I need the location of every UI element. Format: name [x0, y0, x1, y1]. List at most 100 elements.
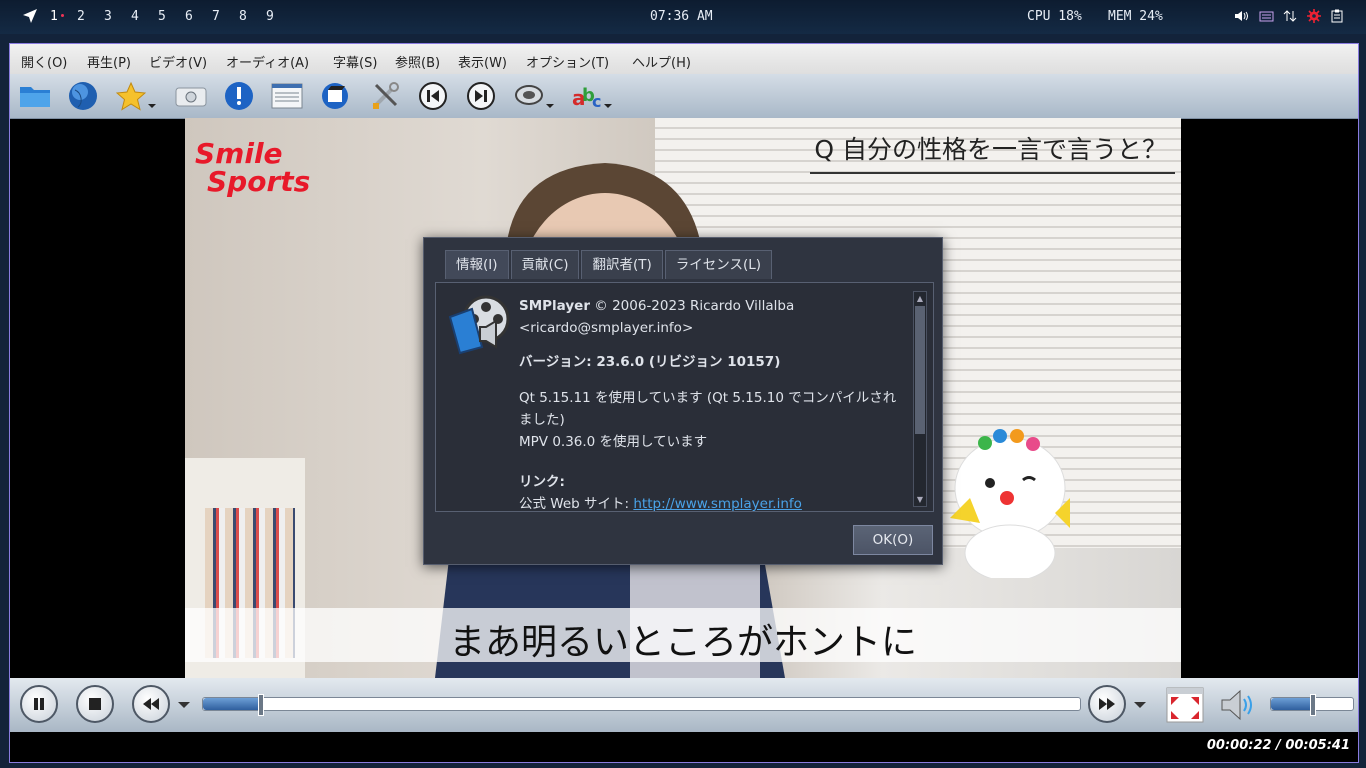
- svg-text:c: c: [592, 92, 601, 111]
- smile-sports-logo: Smile Sports: [195, 140, 310, 196]
- volume-speaker-icon[interactable]: [1220, 688, 1258, 722]
- playback-controls: [10, 678, 1358, 732]
- seek-bar[interactable]: [202, 694, 1081, 716]
- website-link[interactable]: http://www.smplayer.info: [633, 496, 802, 511]
- subtitle-text: まあ明るいところがホントに: [448, 622, 917, 663]
- open-url-button[interactable]: [66, 79, 100, 113]
- about-dialog: 情報(I) 貢献(C) 翻訳者(T) ライセンス(L) SMPlayer © 2…: [423, 237, 943, 565]
- preferences-button[interactable]: [368, 79, 402, 113]
- author-email: <ricardo@smplayer.info>: [519, 320, 694, 336]
- forward-dropdown-chevron-icon[interactable]: [1134, 702, 1146, 708]
- app-name: SMPlayer: [519, 298, 590, 314]
- brand-line-2: Sports: [207, 165, 311, 198]
- menu-play[interactable]: 再生(P): [87, 52, 131, 71]
- chevron-down-icon: [148, 104, 156, 108]
- mpv-version-line: MPV 0.36.0 を使用しています: [519, 434, 708, 450]
- network-updown-icon[interactable]: [1283, 9, 1297, 23]
- volume-slider[interactable]: [1270, 694, 1354, 716]
- forward-icon: [1099, 698, 1115, 710]
- tab-contributions[interactable]: 貢献(C): [510, 250, 580, 279]
- preferences-tools-icon: [372, 82, 399, 109]
- system-topbar: 1 2 3 4 5 6 7 8 9 07:36 AM CPU 18% MEM 2…: [0, 0, 1366, 34]
- playlist-icon: [271, 83, 303, 109]
- about-tabs: 情報(I) 貢献(C) 翻訳者(T) ライセンス(L): [445, 250, 774, 279]
- status-bar: 00:00:22 / 00:05:41: [10, 732, 1358, 762]
- menubar: 開く(O) 再生(P) ビデオ(V) オーディオ(A) 字幕(S) 参照(B) …: [10, 44, 1358, 74]
- rewind-icon: [143, 698, 159, 710]
- speaker-tray-icon[interactable]: [1234, 10, 1248, 22]
- launcher-arrow-icon[interactable]: [22, 8, 38, 24]
- favorites-star-icon: [116, 81, 146, 111]
- workspace-6[interactable]: 6: [185, 9, 212, 24]
- menu-view[interactable]: 表示(W): [458, 52, 507, 71]
- workspace-2[interactable]: 2: [77, 9, 104, 24]
- ok-button[interactable]: OK(O): [853, 525, 933, 555]
- menu-open[interactable]: 開く(O): [21, 52, 67, 71]
- menu-audio[interactable]: オーディオ(A): [226, 52, 309, 71]
- website-label: 公式 Web サイト:: [519, 496, 634, 512]
- main-toolbar: a b c: [10, 74, 1358, 119]
- info-panel: SMPlayer © 2006-2023 Ricardo Villalba <r…: [435, 282, 934, 512]
- keyboard-tray-icon[interactable]: [1259, 9, 1274, 23]
- fullscreen-icon[interactable]: [1166, 687, 1204, 723]
- volume-handle[interactable]: [1310, 694, 1316, 716]
- workspace-4[interactable]: 4: [131, 9, 158, 24]
- stop-button[interactable]: [76, 685, 114, 723]
- clipboard-tray-icon[interactable]: [1331, 9, 1343, 23]
- tab-info[interactable]: 情報(I): [445, 250, 509, 279]
- stop-icon: [89, 698, 101, 710]
- next-button[interactable]: [464, 79, 498, 113]
- seek-bar-handle[interactable]: [258, 694, 264, 716]
- scrollbar-thumb[interactable]: [915, 306, 925, 434]
- subtitle-track-button[interactable]: a b c: [570, 79, 612, 113]
- menu-options[interactable]: オプション(T): [526, 52, 609, 71]
- workspace-9[interactable]: 9: [266, 9, 293, 24]
- tab-translators[interactable]: 翻訳者(T): [581, 250, 663, 279]
- menu-video[interactable]: ビデオ(V): [149, 52, 207, 71]
- mem-usage: MEM 24%: [1108, 9, 1163, 24]
- info-scrollbar[interactable]: ▲ ▼: [913, 291, 927, 507]
- next-icon: [467, 82, 495, 110]
- pause-button[interactable]: [20, 685, 58, 723]
- settings-gear-tray-icon[interactable]: [1307, 9, 1321, 23]
- audio-track-button[interactable]: [512, 79, 554, 113]
- playlist-button[interactable]: [270, 79, 304, 113]
- smplayer-logo-icon: [448, 295, 510, 355]
- scroll-down-arrow-icon[interactable]: ▼: [915, 494, 925, 505]
- open-file-button[interactable]: [18, 79, 52, 113]
- menu-subtitles[interactable]: 字幕(S): [333, 52, 377, 71]
- qt-version-line: Qt 5.15.11 を使用しています (Qt 5.15.10 でコンパイルされ…: [519, 390, 897, 428]
- tab-license[interactable]: ライセンス(L): [664, 250, 773, 279]
- menu-browse[interactable]: 参照(B): [395, 52, 440, 71]
- screenshot-button[interactable]: [174, 79, 208, 113]
- rewind-dropdown-chevron-icon[interactable]: [178, 702, 190, 708]
- folder-icon: [20, 87, 50, 107]
- workspace-3[interactable]: 3: [104, 9, 131, 24]
- question-caption: Q 自分の性格を一言で言うと？: [810, 130, 1175, 174]
- about-text: SMPlayer © 2006-2023 Ricardo Villalba <r…: [519, 295, 909, 512]
- scroll-up-arrow-icon[interactable]: ▲: [915, 293, 925, 304]
- menu-help[interactable]: ヘルプ(H): [632, 52, 691, 71]
- rewind-button[interactable]: [132, 685, 170, 723]
- favorites-button[interactable]: [114, 79, 156, 113]
- subtitle-track-icon: a b c: [572, 85, 601, 111]
- video-equalizer-icon: [322, 83, 348, 109]
- previous-icon: [419, 82, 447, 110]
- forward-button[interactable]: [1088, 685, 1126, 723]
- media-info-button[interactable]: [222, 79, 256, 113]
- chevron-down-icon: [604, 104, 612, 108]
- globe-icon: [69, 82, 97, 110]
- volume-level: [1271, 698, 1312, 710]
- workspace-8[interactable]: 8: [239, 9, 266, 24]
- time-display: 00:00:22 / 00:05:41: [1206, 738, 1350, 753]
- active-workspace-indicator: [61, 14, 64, 17]
- video-equalizer-button[interactable]: [318, 79, 352, 113]
- pause-icon: [34, 698, 44, 710]
- cpu-usage: CPU 18%: [1027, 9, 1082, 24]
- seek-bar-progress: [203, 698, 260, 710]
- workspace-7[interactable]: 7: [212, 9, 239, 24]
- previous-button[interactable]: [416, 79, 450, 113]
- version-line: バージョン: 23.6.0 (リビジョン 10157): [519, 354, 781, 370]
- workspace-5[interactable]: 5: [158, 9, 185, 24]
- mascot-plush: [950, 429, 1070, 578]
